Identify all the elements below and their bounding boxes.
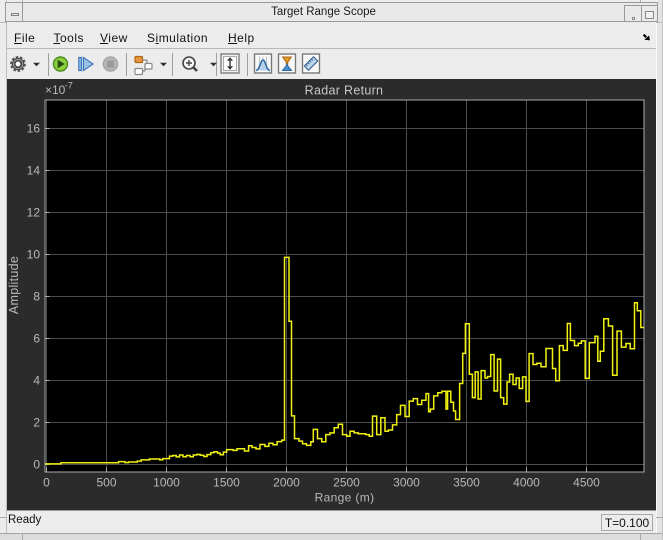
svg-text:12: 12 [27, 206, 41, 220]
svg-text:Radar Return: Radar Return [305, 84, 384, 98]
svg-text:2: 2 [33, 416, 40, 430]
svg-text:2000: 2000 [273, 476, 300, 490]
svg-text:500: 500 [96, 476, 116, 490]
svg-text:4000: 4000 [513, 476, 540, 490]
svg-text:16: 16 [27, 122, 41, 136]
svg-text:8: 8 [33, 290, 40, 304]
svg-text:-7: -7 [65, 81, 73, 92]
svg-text:2500: 2500 [333, 476, 360, 490]
svg-text:0: 0 [43, 476, 50, 490]
svg-text:3500: 3500 [453, 476, 480, 490]
svg-text:14: 14 [27, 164, 41, 178]
svg-text:Amplitude: Amplitude [7, 256, 21, 314]
svg-text:3000: 3000 [393, 476, 420, 490]
svg-text:1000: 1000 [153, 476, 180, 490]
svg-text:4500: 4500 [573, 476, 600, 490]
svg-text:0: 0 [33, 458, 40, 472]
svg-text:×10: ×10 [45, 83, 66, 97]
svg-text:Range (m): Range (m) [315, 491, 375, 505]
svg-text:10: 10 [27, 248, 41, 262]
svg-text:6: 6 [33, 332, 40, 346]
svg-text:4: 4 [33, 374, 40, 388]
svg-text:1500: 1500 [213, 476, 240, 490]
